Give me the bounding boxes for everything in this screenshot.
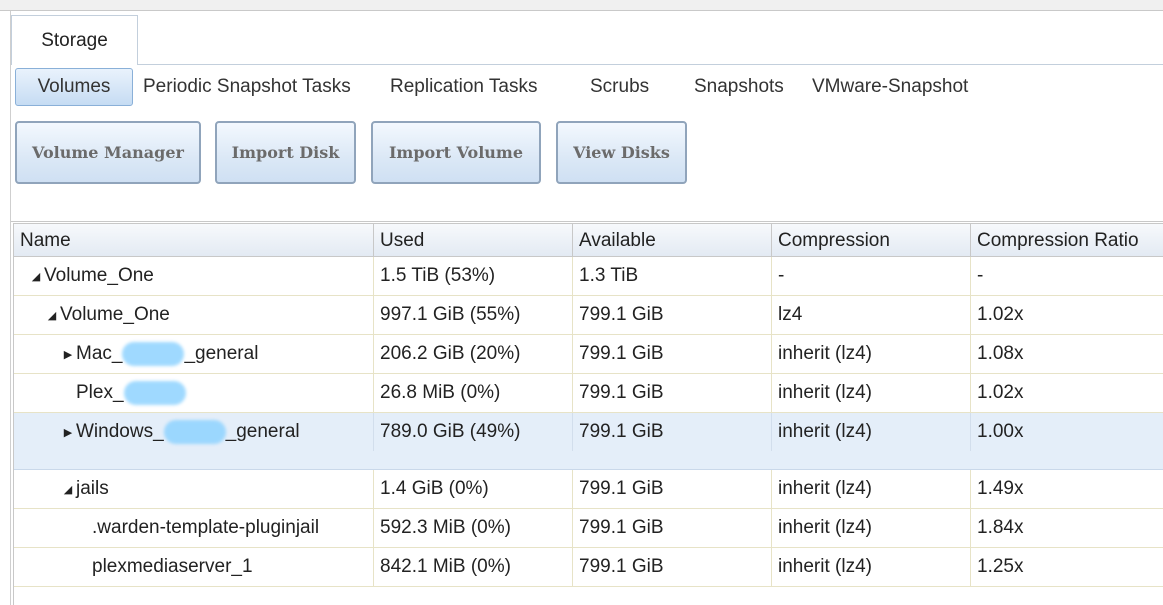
column-header-available[interactable]: Available (573, 224, 772, 257)
redaction-mark (163, 420, 226, 444)
cell-name: ◢ Volume_One (14, 296, 374, 334)
subtab-replication-tasks[interactable]: Replication Tasks (390, 68, 538, 106)
subtab-label: Periodic Snapshot Tasks (143, 76, 351, 97)
column-header-name[interactable]: Name (14, 224, 374, 257)
cell-used: 842.1 MiB (0%) (374, 548, 573, 586)
button-label: Import Disk (231, 143, 340, 162)
dataset-name: plexmediaserver_1 (92, 556, 253, 577)
cell-compression: inherit (lz4) (772, 548, 971, 586)
button-label: Volume Manager (32, 143, 184, 162)
toolbar-separator (11, 221, 1163, 222)
table-row[interactable]: ◢ jails 1.4 GiB (0%) 799.1 GiB inherit (lz4)… (14, 470, 1163, 509)
table-row[interactable]: ▶ Windows_ _general 789.0 GiB (49%) 799.1 Gi… (14, 413, 1163, 470)
cell-available: 799.1 GiB (573, 470, 772, 508)
cell-compression-ratio: 1.02x (977, 304, 1024, 325)
dataset-name: Mac_ (76, 343, 123, 364)
subtab-label: VMware-Snapshot (812, 76, 969, 97)
column-header-compression-ratio[interactable]: Compression Ratio (971, 224, 1163, 257)
cell-name: ◢Plex_ (14, 374, 374, 412)
dataset-name: Volume_One (60, 304, 170, 325)
cell-compression-ratio: - (977, 265, 984, 286)
cell-used: 1.5 TiB (53%) (374, 257, 573, 295)
subtab-volumes[interactable]: Volumes (15, 68, 133, 106)
table-row[interactable]: ▶ Mac_ _general 206.2 GiB (20%) 799.1 GiB inh… (14, 335, 1163, 374)
grid-header: Name Used Available Compression Compress… (14, 223, 1163, 257)
cell-used: 1.4 GiB (0%) (374, 470, 573, 508)
redaction-mark (122, 342, 185, 366)
tab-storage-label: Storage (41, 29, 108, 51)
cell-compression: inherit (lz4) (772, 509, 971, 547)
cell-compression-ratio: 1.49x (977, 478, 1024, 499)
view-disks-button[interactable]: View Disks (556, 121, 687, 184)
cell-used: 206.2 GiB (20%) (374, 335, 573, 373)
column-header-used[interactable]: Used (374, 224, 573, 257)
collapse-arrow-icon[interactable]: ◢ (60, 483, 76, 496)
collapse-arrow-icon[interactable]: ◢ (44, 309, 60, 322)
cell-available: 1.3 TiB (573, 257, 772, 295)
subtab-label: Scrubs (590, 76, 650, 97)
import-disk-button[interactable]: Import Disk (215, 121, 356, 184)
dataset-name: Windows_ (76, 421, 164, 442)
cell-compression-ratio: 1.02x (977, 382, 1024, 403)
cell-available: 799.1 GiB (573, 374, 772, 412)
dataset-name-suffix: _general (225, 421, 300, 442)
dataset-name: Volume_One (44, 265, 154, 286)
button-label: Import Volume (388, 143, 524, 162)
import-volume-button[interactable]: Import Volume (371, 121, 541, 184)
cell-available: 799.1 GiB (573, 413, 772, 451)
cell-available: 799.1 GiB (573, 296, 772, 334)
cell-compression: lz4 (772, 296, 971, 334)
tab-storage[interactable]: Storage (11, 15, 138, 65)
cell-name: ▶ Mac_ _general (14, 335, 374, 373)
volumes-grid: Name Used Available Compression Compress… (13, 223, 1163, 605)
cell-compression: inherit (lz4) (772, 374, 971, 412)
subtab-label: Snapshots (694, 76, 784, 97)
cell-used: 997.1 GiB (55%) (374, 296, 573, 334)
cell-name: ◢plexmediaserver_1 (14, 548, 374, 586)
cell-name: ◢ Volume_One (14, 257, 374, 295)
cell-compression-ratio: 1.25x (977, 556, 1024, 577)
cell-available: 799.1 GiB (573, 335, 772, 373)
redaction-mark (123, 381, 186, 405)
cell-compression-ratio: 1.84x (977, 517, 1024, 538)
cell-used: 789.0 GiB (49%) (374, 413, 573, 451)
button-label: View Disks (573, 143, 670, 162)
cell-available: 799.1 GiB (573, 548, 772, 586)
window-top-strip (0, 0, 1163, 11)
table-row[interactable]: ◢.warden-template-pluginjail592.3 MiB (0… (14, 509, 1163, 548)
tab-divider (138, 64, 1163, 65)
cell-compression: inherit (lz4) (772, 470, 971, 508)
subtab-periodic-snapshot-tasks[interactable]: Periodic Snapshot Tasks (143, 68, 351, 106)
table-row[interactable]: ◢ Volume_One 997.1 GiB (55%) 799.1 GiB lz4 1.… (14, 296, 1163, 335)
column-header-compression[interactable]: Compression (772, 224, 971, 257)
dataset-name: Plex_ (76, 382, 124, 403)
dataset-name-suffix: _general (184, 343, 259, 364)
expand-arrow-icon[interactable]: ▶ (60, 348, 76, 361)
subtab-label: Replication Tasks (390, 76, 538, 97)
subtab-vmware-snapshot[interactable]: VMware-Snapshot (812, 68, 968, 106)
cell-name: ◢.warden-template-pluginjail (14, 509, 374, 547)
volume-manager-button[interactable]: Volume Manager (15, 121, 201, 184)
cell-used: 592.3 MiB (0%) (374, 509, 573, 547)
subtab-volumes-label: Volumes (37, 76, 111, 97)
subtab-scrubs[interactable]: Scrubs (590, 68, 649, 106)
table-row[interactable]: ◢ Volume_One 1.5 TiB (53%) 1.3 TiB - - (14, 257, 1163, 296)
cell-compression: inherit (lz4) (772, 413, 971, 451)
dataset-name: .warden-template-pluginjail (92, 517, 320, 538)
table-row[interactable]: ◢plexmediaserver_1842.1 MiB (0%)799.1 Gi… (14, 548, 1163, 587)
cell-compression-ratio: 1.08x (977, 343, 1024, 364)
cell-compression: - (772, 257, 971, 295)
cell-name: ▶ Windows_ _general (14, 413, 374, 451)
dataset-name: jails (76, 478, 109, 499)
collapse-arrow-icon[interactable]: ◢ (28, 270, 44, 283)
expand-arrow-icon[interactable]: ▶ (60, 426, 76, 439)
left-border (10, 11, 11, 605)
cell-available: 799.1 GiB (573, 509, 772, 547)
subtab-snapshots[interactable]: Snapshots (694, 68, 784, 106)
cell-compression-ratio: 1.00x (977, 421, 1024, 442)
cell-name: ◢ jails (14, 470, 374, 508)
table-row[interactable]: ◢Plex_26.8 MiB (0%)799.1 GiBinherit (lz4… (14, 374, 1163, 413)
cell-used: 26.8 MiB (0%) (374, 374, 573, 412)
cell-compression: inherit (lz4) (772, 335, 971, 373)
